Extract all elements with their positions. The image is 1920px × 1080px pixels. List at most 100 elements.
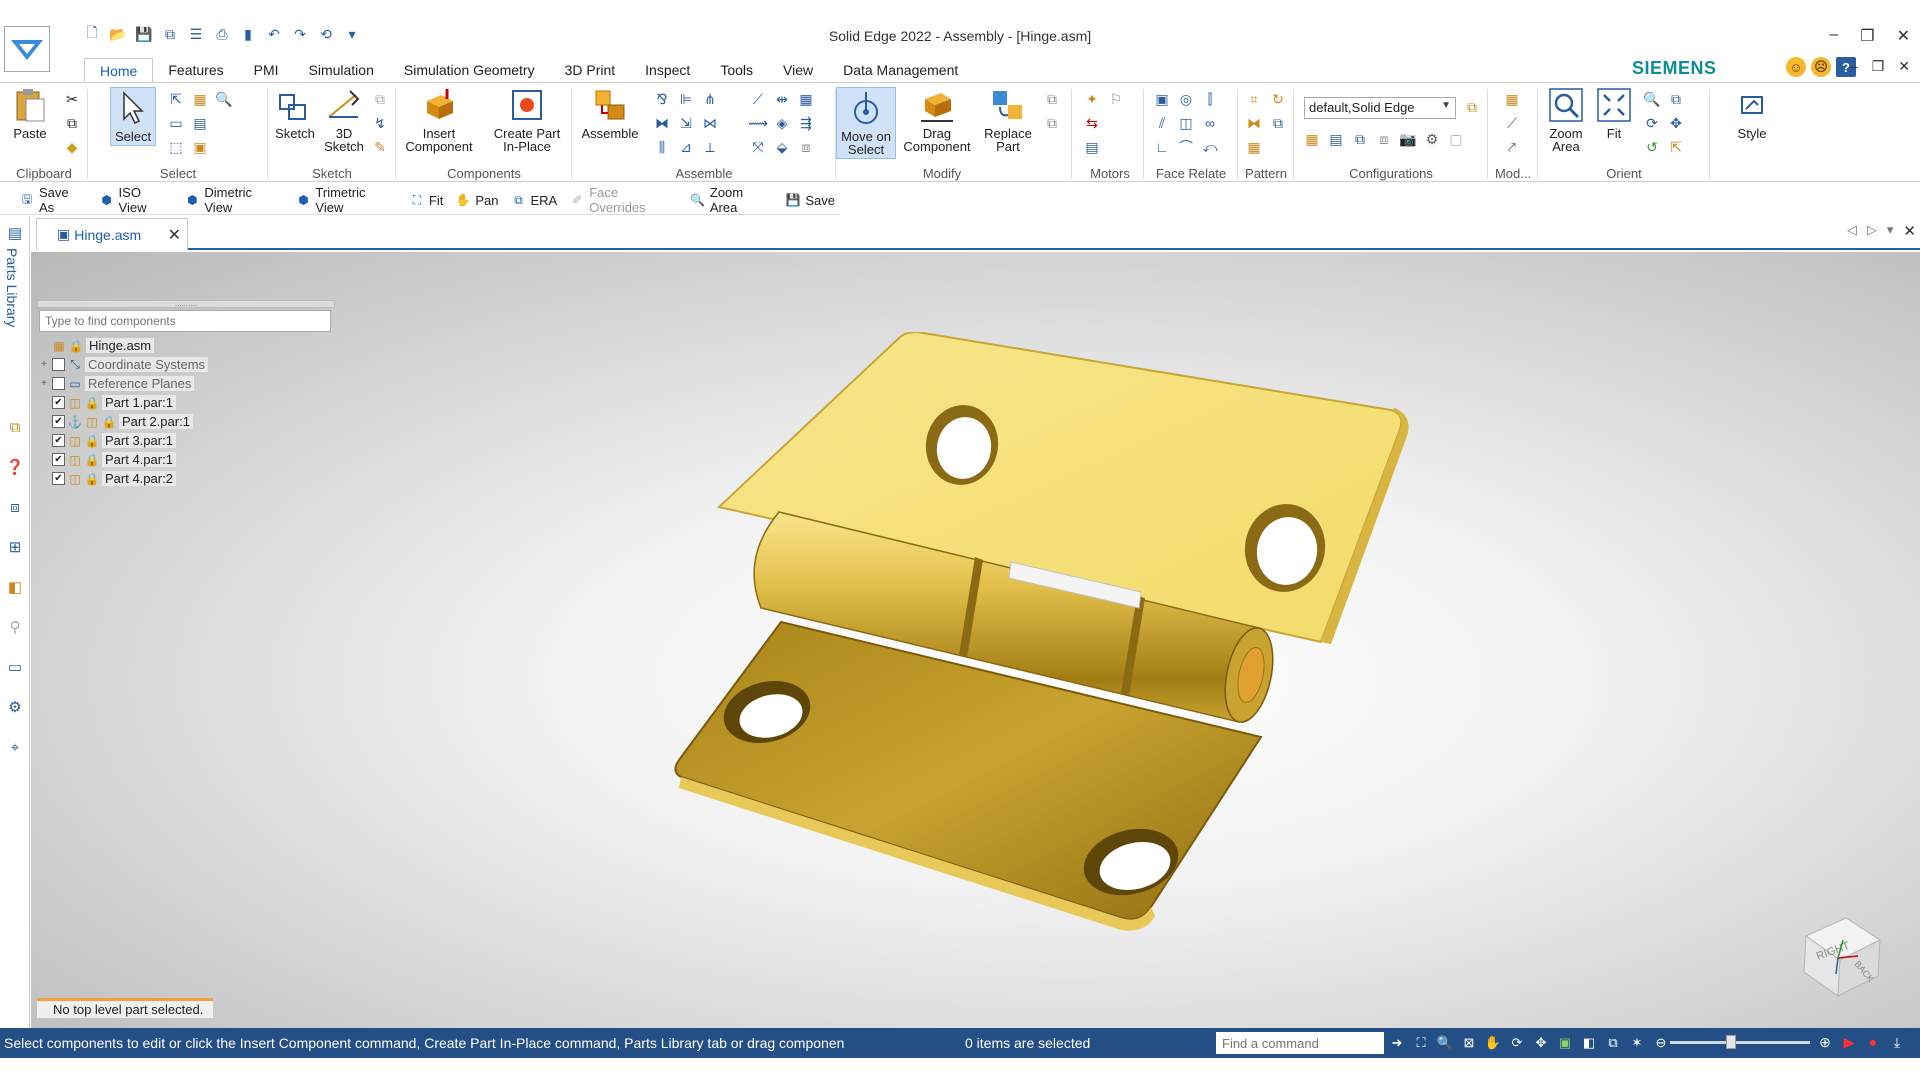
mod-1-icon[interactable]: ▦	[1502, 89, 1522, 109]
save-as-command[interactable]: 🖫 Save As	[14, 183, 92, 217]
tab-view[interactable]: View	[768, 58, 828, 82]
sketch-button[interactable]: Sketch	[268, 87, 322, 140]
visibility-checkbox[interactable]: ✔	[52, 396, 65, 409]
visibility-checkbox[interactable]: ✔	[52, 434, 65, 447]
save-command[interactable]: 💾 Save	[780, 190, 840, 210]
visibility-checkbox[interactable]: ✔	[52, 472, 65, 485]
face-relate-7-icon[interactable]: ∟	[1152, 137, 1172, 157]
assemble-tool-8-icon[interactable]: ⇲	[676, 113, 696, 133]
era-command[interactable]: ⧉ ERA	[506, 190, 563, 210]
find-components-input[interactable]	[39, 310, 331, 332]
record-icon[interactable]: ●	[1864, 1034, 1882, 1051]
hinge-model[interactable]	[671, 332, 1431, 932]
pan-status-icon[interactable]: ✋	[1484, 1034, 1502, 1052]
trimetric-view-command[interactable]: ⬢ Trimetric View	[290, 183, 401, 217]
assemble-tool-11-icon[interactable]: ◈	[772, 113, 792, 133]
close-document-icon[interactable]: ✕	[1903, 222, 1916, 240]
face-relate-6-icon[interactable]: ∞	[1200, 113, 1220, 133]
pan-orient-icon[interactable]: ✥	[1666, 113, 1686, 133]
restore-icon[interactable]: ❐	[1860, 26, 1874, 46]
3d-sketch-button[interactable]: 3D Sketch	[322, 87, 366, 153]
visibility-checkbox[interactable]	[52, 358, 65, 371]
doc-restore-icon[interactable]: ❐	[1872, 58, 1885, 75]
fit-command[interactable]: ⛶ Fit	[404, 190, 448, 210]
assemble-tool-3-icon[interactable]: ⋔	[700, 89, 720, 109]
assemble-tool-9-icon[interactable]: ⋈	[700, 113, 720, 133]
config-7-icon[interactable]: ▢	[1446, 129, 1466, 149]
download-icon[interactable]: ⤓	[1888, 1034, 1906, 1051]
view-orient-icon[interactable]: ⧉	[1666, 89, 1686, 109]
pattern-2-icon[interactable]: ↻	[1268, 89, 1288, 109]
tab-features[interactable]: Features	[153, 58, 238, 82]
assemble-tool-17-icon[interactable]: ⬙	[772, 137, 792, 157]
create-part-in-place-button[interactable]: Create Part In-Place	[488, 87, 566, 153]
smile-feedback-icon[interactable]: ☺	[1786, 57, 1806, 77]
view-cube[interactable]: RIGHT BACK	[1788, 908, 1888, 998]
views-status-icon[interactable]: ⧉	[1604, 1034, 1622, 1052]
tab-simulation[interactable]: Simulation	[294, 58, 389, 82]
assemble-tool-4-icon[interactable]: ⟋	[748, 89, 768, 109]
tab-list-icon[interactable]: ▾	[1887, 222, 1894, 240]
assemble-tool-6-icon[interactable]: ▦	[796, 89, 816, 109]
mod-2-icon[interactable]: ⟋	[1502, 113, 1522, 133]
tab-scroll-right-icon[interactable]: ▷	[1867, 222, 1877, 240]
iso-view-command[interactable]: ⬢ ISO View	[94, 183, 178, 217]
parts-library-tab[interactable]: Parts Library	[4, 248, 20, 327]
go-command-icon[interactable]: ➜	[1388, 1034, 1406, 1052]
spin-icon[interactable]: ↺	[1642, 137, 1662, 157]
select-tools-icon[interactable]: ⊞	[4, 536, 26, 558]
select-filter-icon[interactable]: ▤	[190, 113, 210, 133]
move-on-select-button[interactable]: Move on Select	[836, 87, 896, 159]
config-6-icon[interactable]: ⚙	[1422, 129, 1442, 149]
relationship-icon[interactable]: ⚲	[4, 616, 26, 638]
zoom-area-status-icon[interactable]: ⛶	[1412, 1034, 1430, 1052]
assemble-tool-14-icon[interactable]: ⊿	[676, 137, 696, 157]
config-3-icon[interactable]: ⧉	[1350, 129, 1370, 149]
zoom-out-icon[interactable]: ⊖	[1652, 1034, 1670, 1052]
zoom-in-icon[interactable]: ⊕	[1816, 1034, 1834, 1051]
assemble-tool-5-icon[interactable]: ⇹	[772, 89, 792, 109]
assemble-tool-7-icon[interactable]: ⧓	[652, 113, 672, 133]
assemble-tool-12-icon[interactable]: ⇶	[796, 113, 816, 133]
named-views-icon[interactable]: ⇱	[1666, 137, 1686, 157]
rotate-status-icon[interactable]: ⟳	[1508, 1034, 1526, 1052]
tab-data-management[interactable]: Data Management	[828, 58, 973, 82]
zoom-area-command[interactable]: 🔍 Zoom Area	[685, 183, 778, 217]
mod-3-icon[interactable]: ⤤	[1502, 137, 1522, 157]
assemble-button[interactable]: Assemble	[580, 87, 640, 140]
simulation-icon[interactable]: ⚙	[4, 696, 26, 718]
layers-icon[interactable]: ⧈	[4, 496, 26, 518]
tree-item[interactable]: ✔ ◫ 🔒 Part 4.par:1	[39, 450, 208, 469]
pathfinder-resize-handle[interactable]: ..........	[37, 300, 335, 308]
zoom-status-icon[interactable]: 🔍	[1436, 1034, 1454, 1052]
structure-icon[interactable]: ⌖	[4, 736, 26, 758]
tree-item-root[interactable]: ▦ 🔒 Hinge.asm	[39, 336, 208, 355]
zoom-slider[interactable]	[1670, 1035, 1810, 1049]
configuration-manager-icon[interactable]: ⧉	[1462, 97, 1482, 117]
face-relate-5-icon[interactable]: ◫	[1176, 113, 1196, 133]
tab-inspect[interactable]: Inspect	[630, 58, 705, 82]
tree-item[interactable]: + ⤡ Coordinate Systems	[39, 355, 209, 374]
zoom-icon[interactable]: 🔍	[1642, 89, 1662, 109]
paste-button[interactable]: Paste	[12, 87, 48, 140]
youtube-icon[interactable]: ▶	[1840, 1034, 1858, 1051]
select-small-icon[interactable]: ▭	[166, 113, 186, 133]
motor-tool-icon[interactable]: ⚐	[1106, 89, 1126, 109]
frown-feedback-icon[interactable]: ☹	[1811, 57, 1831, 77]
zoom-area-button[interactable]: Zoom Area	[1542, 87, 1590, 153]
paste-special-icon[interactable]: ◆	[62, 137, 82, 157]
tab-simulation-geometry[interactable]: Simulation Geometry	[389, 58, 550, 82]
close-window-icon[interactable]: ✕	[1897, 26, 1910, 46]
rotate-icon[interactable]: ⟳	[1642, 113, 1662, 133]
modify-tool-1-icon[interactable]: ⧉	[1042, 89, 1062, 109]
shading-icon[interactable]: ◧	[1580, 1034, 1598, 1052]
tools-status-icon[interactable]: ✶	[1628, 1034, 1646, 1052]
config-2-icon[interactable]: ▤	[1326, 129, 1346, 149]
close-tab-icon[interactable]: ✕	[168, 225, 181, 245]
pattern-4-icon[interactable]: ⧉	[1268, 113, 1288, 133]
face-relate-2-icon[interactable]: ◎	[1176, 89, 1196, 109]
rotational-motor-icon[interactable]: ✦	[1082, 89, 1102, 109]
tree-item[interactable]: ✔ ◫ 🔒 Part 4.par:2	[39, 469, 208, 488]
face-relate-3-icon[interactable]: ⫿	[1200, 89, 1220, 109]
doc-close-icon[interactable]: ✕	[1898, 58, 1910, 75]
